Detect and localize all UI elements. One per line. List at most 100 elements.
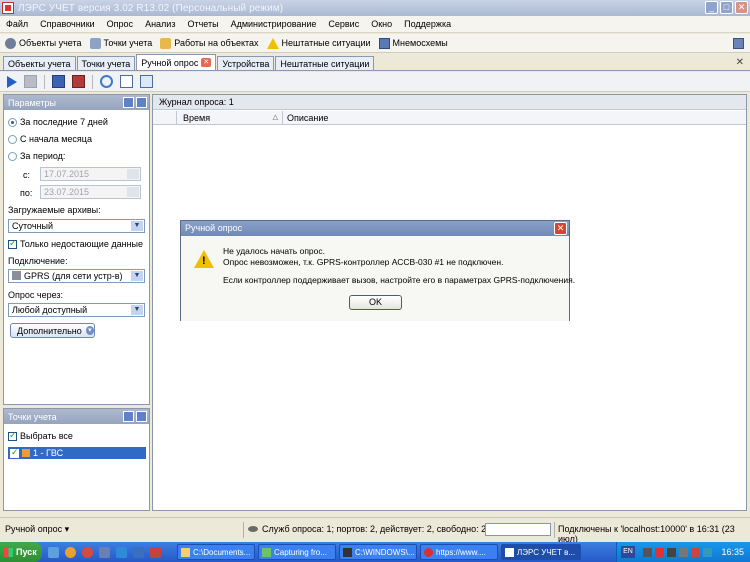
nav-points-button[interactable]: Точки учета bbox=[89, 37, 152, 49]
stop-icon[interactable] bbox=[24, 75, 37, 88]
tab-emergency[interactable]: Нештатные ситуации bbox=[275, 56, 375, 70]
menu-bar: Файл Справочники Опрос Анализ Отчеты Адм… bbox=[0, 16, 750, 33]
calendar-dropdown-icon[interactable] bbox=[127, 169, 139, 179]
connection-select[interactable]: GPRS (для сети устр-в) ▼ bbox=[8, 269, 145, 283]
points-panel: Точки учета Выбрать все 1 - ГВС bbox=[3, 408, 150, 511]
select-all-label: Выбрать все bbox=[20, 431, 73, 441]
close-icon[interactable]: ✕ bbox=[736, 57, 744, 68]
parameters-title: Параметры bbox=[8, 97, 56, 108]
menu-references[interactable]: Справочники bbox=[40, 19, 95, 29]
tray-icon[interactable] bbox=[703, 547, 712, 557]
menu-reports[interactable]: Отчеты bbox=[187, 19, 218, 29]
status-mode-dropdown[interactable]: Ручной опрос ▾ bbox=[5, 524, 69, 535]
tray-icon[interactable] bbox=[655, 547, 664, 557]
tab-points[interactable]: Точки учета bbox=[76, 56, 136, 70]
task-button-active[interactable]: ЛЭРС УЧЕТ в... bbox=[501, 544, 581, 560]
menu-service[interactable]: Сервис bbox=[328, 19, 359, 29]
tab-objects[interactable]: Объекты учета bbox=[3, 56, 76, 70]
menu-analysis[interactable]: Анализ bbox=[145, 19, 175, 29]
document-tabs: Объекты учета Точки учета Ручной опрос ✕ … bbox=[0, 54, 750, 71]
chat-icon[interactable] bbox=[48, 546, 59, 558]
radio-month-start[interactable]: С начала месяца bbox=[8, 134, 92, 144]
checkbox-icon[interactable] bbox=[10, 447, 19, 458]
media-icon[interactable] bbox=[82, 546, 93, 558]
refresh-icon[interactable] bbox=[100, 75, 113, 88]
tray-icon[interactable] bbox=[679, 547, 688, 557]
window-titlebar: ЛЭРС УЧЕТ версия 3.02 R13.02 (Персональн… bbox=[0, 0, 750, 16]
archives-label: Загружаемые архивы: bbox=[8, 205, 101, 215]
app-icon[interactable] bbox=[150, 546, 161, 558]
windows-logo-icon bbox=[4, 547, 13, 557]
task-button[interactable]: Capturing fro... bbox=[258, 544, 336, 560]
maximize-button[interactable]: □ bbox=[720, 1, 733, 14]
app-icon[interactable] bbox=[99, 546, 110, 558]
system-tray: EN 16:35 bbox=[616, 542, 750, 562]
dialog-close-button[interactable]: ✕ bbox=[554, 222, 567, 235]
panel-minimize-icon[interactable] bbox=[123, 97, 134, 108]
nav-emergency-button[interactable]: Нештатные ситуации bbox=[266, 37, 371, 49]
radio-period-label: За период: bbox=[20, 151, 66, 161]
tree-item[interactable]: 1 - ГВС bbox=[8, 447, 146, 459]
menu-file[interactable]: Файл bbox=[6, 19, 28, 29]
tray-icon[interactable] bbox=[667, 547, 676, 557]
nav-works-label: Работы на объектах bbox=[174, 38, 259, 48]
save-as-icon[interactable] bbox=[72, 75, 85, 88]
nav-schemes-button[interactable]: Мнемосхемы bbox=[378, 37, 448, 49]
nav-objects-label: Объекты учета bbox=[19, 38, 82, 48]
radio-icon bbox=[8, 134, 17, 144]
radio-period[interactable]: За период: bbox=[8, 151, 65, 161]
calendar-dropdown-icon[interactable] bbox=[127, 187, 139, 197]
task-label: C:\WINDOWS\... bbox=[355, 547, 415, 557]
date-to-field[interactable]: 23.07.2015 bbox=[40, 185, 141, 199]
grid-row-indicator-header bbox=[153, 111, 177, 125]
close-tab-icon[interactable]: ✕ bbox=[201, 58, 212, 67]
tab-devices-label: Устройства bbox=[222, 58, 270, 69]
date-from-field[interactable]: 17.07.2015 bbox=[40, 167, 141, 181]
play-icon[interactable] bbox=[7, 75, 17, 88]
close-button[interactable]: ✕ bbox=[735, 1, 748, 14]
tray-icon[interactable] bbox=[643, 547, 652, 557]
app-icon[interactable] bbox=[133, 546, 144, 558]
dialog-body: ! Не удалось начать опрос. Опрос невозмо… bbox=[181, 236, 575, 321]
menu-support[interactable]: Поддержка bbox=[404, 19, 451, 29]
panel-pin-icon[interactable] bbox=[136, 411, 147, 422]
tab-points-label: Точки учета bbox=[81, 58, 131, 69]
only-missing-checkbox[interactable]: Только недостающие данные bbox=[8, 238, 143, 249]
minimize-button[interactable]: _ bbox=[705, 1, 718, 14]
task-button[interactable]: https://www.... bbox=[420, 544, 498, 560]
column-header-description[interactable]: Описание bbox=[284, 111, 328, 125]
task-button[interactable]: C:\Documents... bbox=[177, 544, 255, 560]
radio-month-start-label: С начала месяца bbox=[20, 134, 92, 144]
table-icon[interactable] bbox=[120, 75, 133, 88]
layout-icon[interactable] bbox=[733, 38, 744, 49]
nav-works-button[interactable]: Работы на объектах bbox=[160, 37, 259, 49]
column-header-time[interactable]: Время △ bbox=[177, 111, 283, 125]
more-options-button[interactable]: Дополнительно ▾ bbox=[10, 323, 95, 338]
menu-window[interactable]: Окно bbox=[371, 19, 392, 29]
tab-manual-poll[interactable]: Ручной опрос ✕ bbox=[136, 54, 217, 70]
archives-select[interactable]: Суточный ▼ bbox=[8, 219, 145, 233]
menu-administration[interactable]: Администрирование bbox=[231, 19, 317, 29]
ok-button[interactable]: OK bbox=[349, 295, 402, 310]
panel-minimize-icon[interactable] bbox=[123, 411, 134, 422]
nav-emergency-label: Нештатные ситуации bbox=[281, 38, 371, 48]
start-button[interactable]: Пуск bbox=[0, 542, 42, 562]
browser-icon[interactable] bbox=[65, 546, 76, 558]
poll-via-label: Опрос через: bbox=[8, 290, 64, 300]
journal-title: Журнал опроса: 1 bbox=[153, 95, 746, 110]
tab-devices[interactable]: Устройства bbox=[217, 56, 275, 70]
tray-icon[interactable] bbox=[691, 547, 700, 557]
save-icon[interactable] bbox=[52, 75, 65, 88]
language-indicator[interactable]: EN bbox=[621, 546, 635, 558]
poll-via-select[interactable]: Любой доступный ▼ bbox=[8, 303, 145, 317]
menu-polling[interactable]: Опрос bbox=[107, 19, 133, 29]
radio-last-7-days[interactable]: За последние 7 дней bbox=[8, 117, 108, 127]
task-button[interactable]: C:\WINDOWS\... bbox=[339, 544, 417, 560]
ie-icon[interactable] bbox=[116, 546, 127, 558]
app-icon bbox=[2, 2, 14, 14]
nav-objects-button[interactable]: Объекты учета bbox=[5, 37, 82, 49]
chart-icon[interactable] bbox=[140, 75, 153, 88]
status-progress-box bbox=[485, 523, 551, 536]
panel-pin-icon[interactable] bbox=[136, 97, 147, 108]
select-all-checkbox[interactable]: Выбрать все bbox=[8, 430, 73, 441]
